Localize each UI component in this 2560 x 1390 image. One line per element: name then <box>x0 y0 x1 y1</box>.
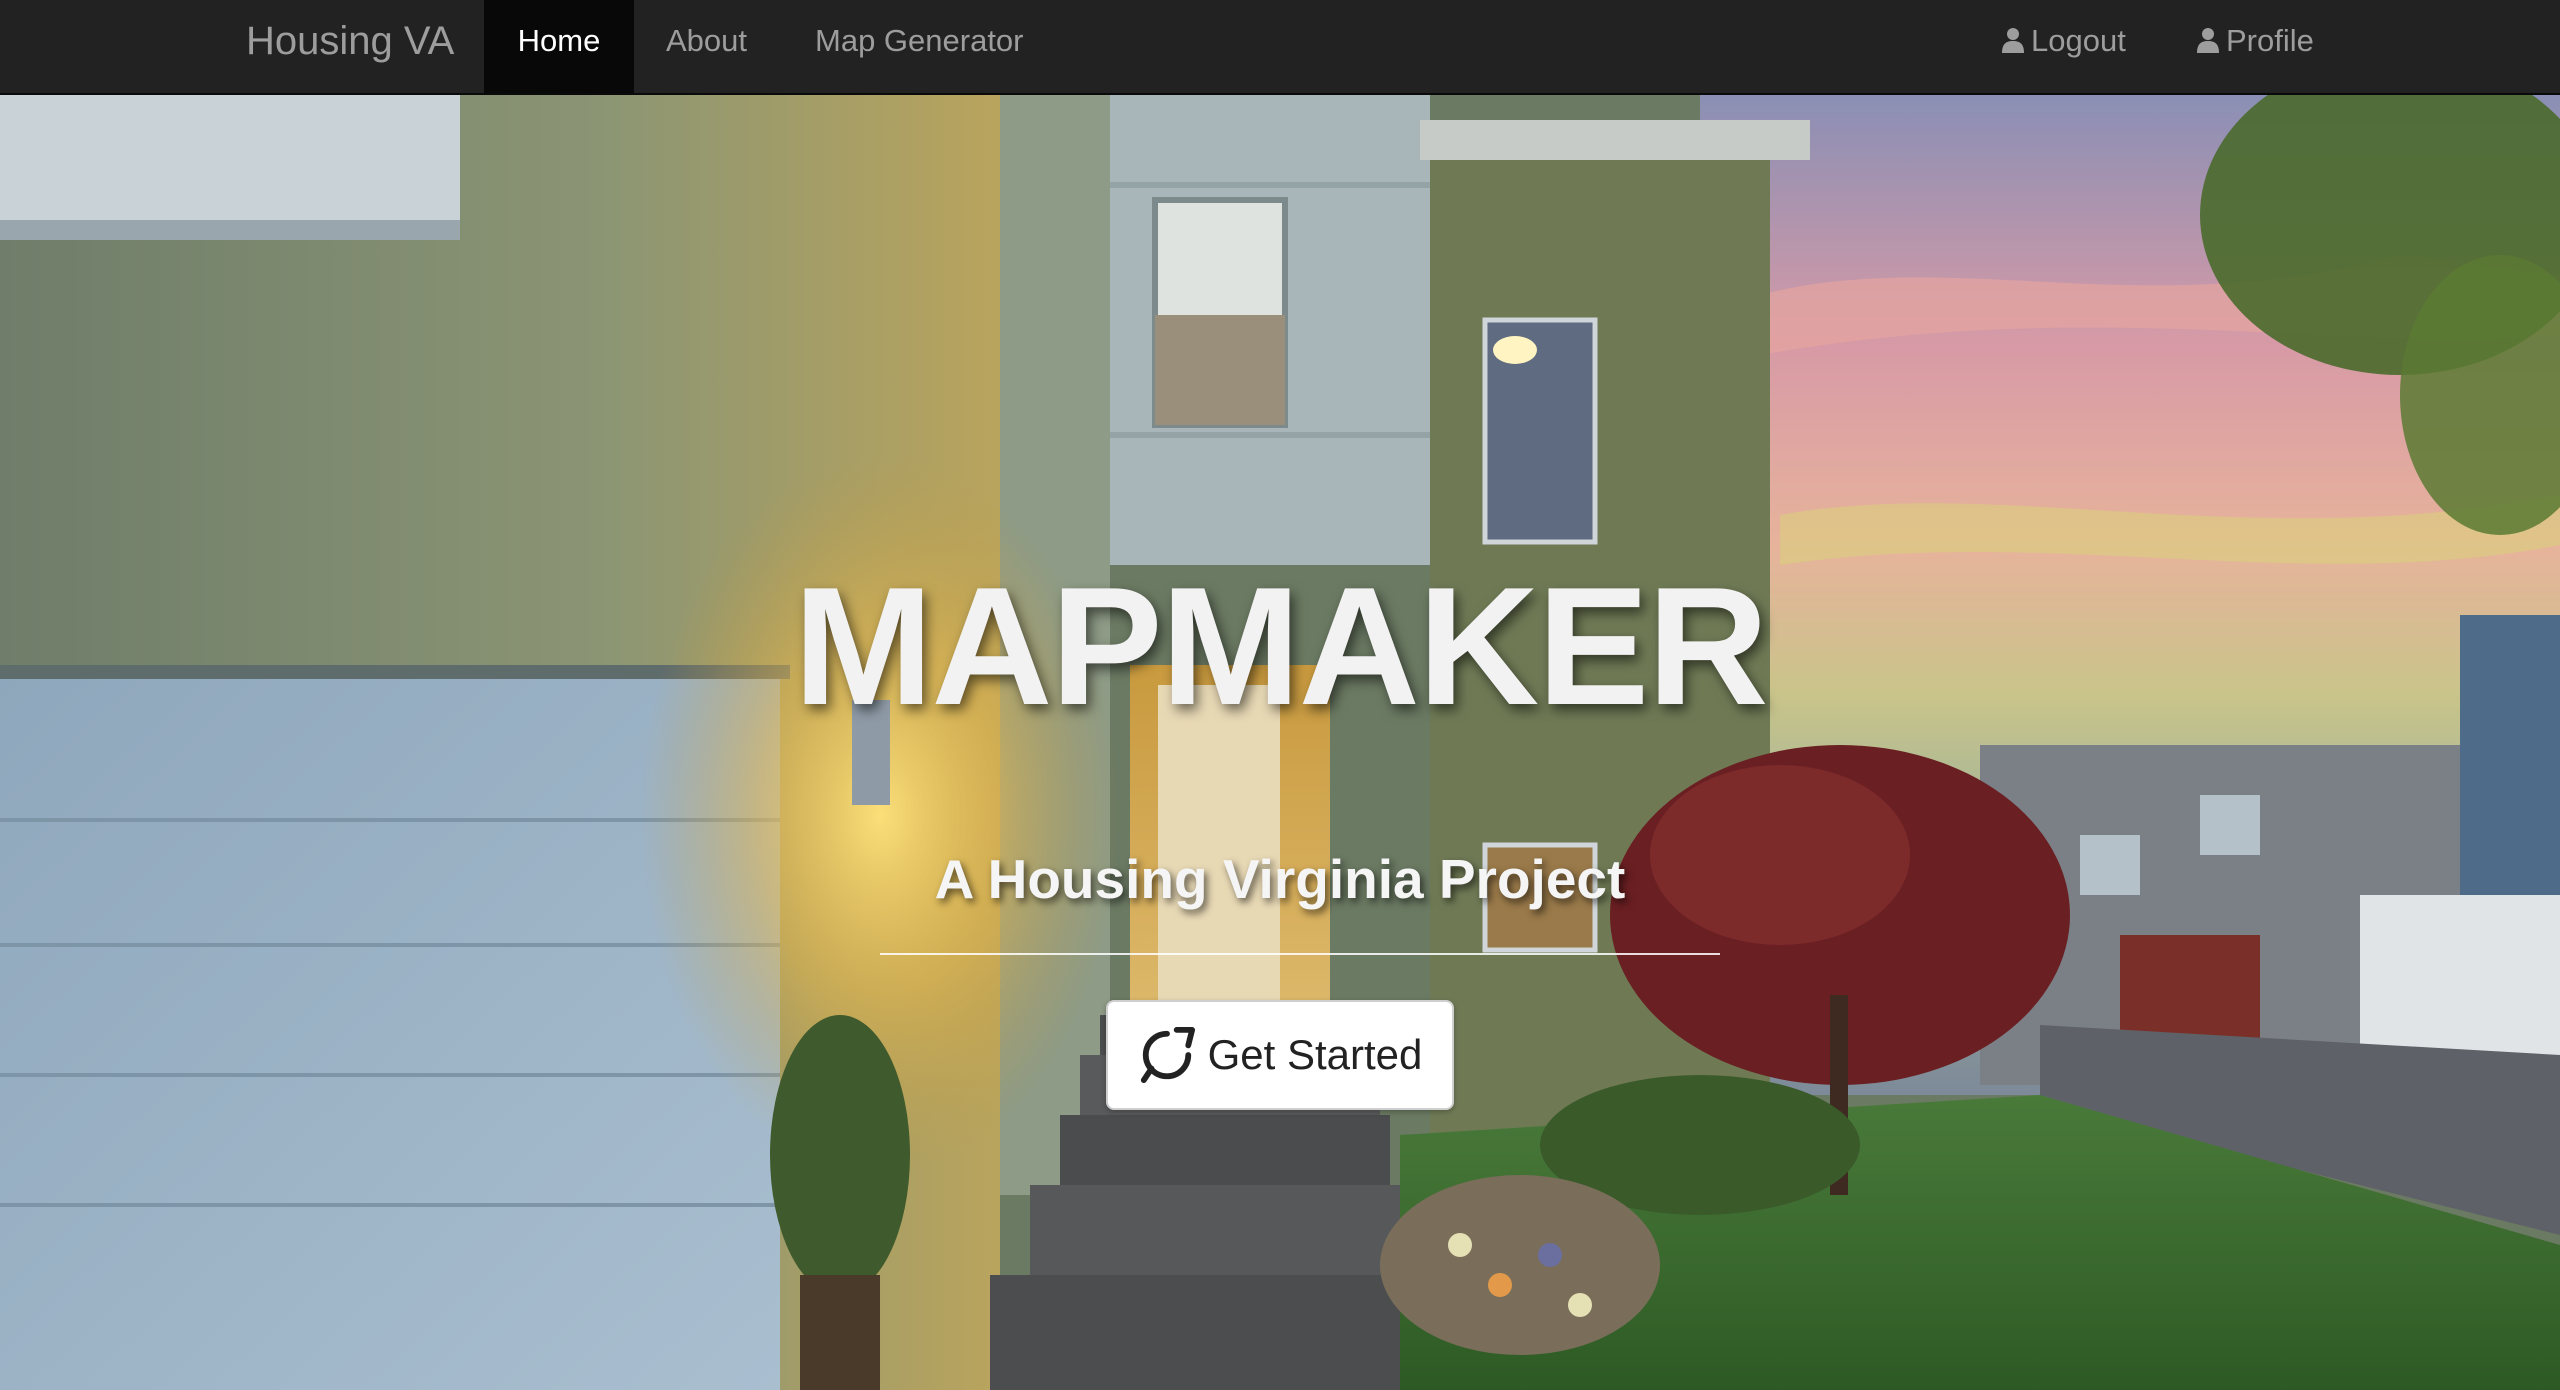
nav-profile[interactable]: Profile <box>2163 0 2347 93</box>
logout-label: Logout <box>2031 23 2126 58</box>
hero-subtitle: A Housing Virginia Project <box>934 848 1626 910</box>
hero-divider <box>880 953 1720 955</box>
user-icon <box>2002 28 2024 53</box>
nav-map-generator[interactable]: Map Generator <box>782 0 1057 93</box>
nav-logout[interactable]: Logout <box>1968 0 2159 93</box>
top-navbar: Housing VA Home About Map Generator Logo… <box>0 0 2560 95</box>
hero-title: MAPMAKER <box>793 552 1768 740</box>
nav-home[interactable]: Home <box>484 0 634 93</box>
get-started-label: Get Started <box>1207 1031 1423 1078</box>
nav-about[interactable]: About <box>633 0 780 93</box>
get-started-button[interactable]: Get Started <box>1106 1000 1454 1110</box>
refresh-icon <box>1140 1026 1195 1084</box>
profile-label: Profile <box>2226 23 2314 58</box>
brand-link[interactable]: Housing VA <box>246 0 454 93</box>
hero-section: MAPMAKER A Housing Virginia Project Get … <box>0 95 2560 1390</box>
user-icon <box>2197 28 2219 53</box>
